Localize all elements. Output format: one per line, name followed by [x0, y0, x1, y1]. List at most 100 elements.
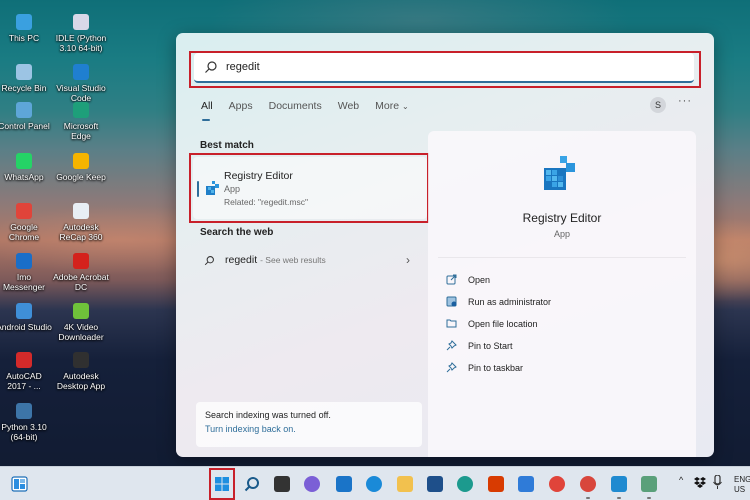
action-open-file-location[interactable]: Open file location — [446, 318, 538, 329]
search-icon — [205, 61, 217, 73]
more-options-button[interactable]: ··· — [678, 95, 692, 107]
chrome-profile-icon[interactable] — [580, 476, 596, 492]
desktop-shortcut-label: Google Chrome — [8, 222, 40, 242]
chevron-right-icon: › — [406, 253, 410, 267]
search-web-heading: Search the web — [200, 227, 274, 238]
microphone-icon[interactable] — [713, 475, 722, 490]
open-icon — [446, 274, 457, 285]
detail-pane: Registry Editor App Open Run as administ… — [428, 131, 696, 457]
detail-app-type: App — [553, 229, 570, 239]
desktop-shortcut[interactable]: Visual Studio Code — [53, 64, 109, 103]
web-suffix: - See web results — [260, 255, 326, 265]
tab-more-label: More — [375, 100, 400, 112]
help-icon[interactable] — [366, 476, 382, 492]
desktop-shortcut[interactable]: AutoCAD 2017 - ... — [0, 352, 52, 391]
desktop-shortcut[interactable]: Autodesk Desktop App — [53, 352, 109, 391]
search-icon[interactable] — [244, 476, 260, 492]
registry-editor-icon[interactable] — [611, 476, 627, 492]
region-code: US — [734, 485, 746, 494]
desktop-shortcut[interactable]: Control Panel — [0, 102, 52, 131]
action-label: Pin to taskbar — [468, 362, 524, 373]
chrome-icon[interactable] — [549, 476, 565, 492]
best-match-result[interactable]: Registry Editor App Related: "regedit.ms… — [193, 157, 427, 219]
desktop-shortcut[interactable]: Google Keep — [53, 153, 109, 182]
account-avatar[interactable]: S — [650, 97, 666, 113]
indexing-message: Search indexing was turned off. — [205, 410, 331, 420]
teams-chat-icon[interactable] — [304, 476, 320, 492]
search-box[interactable] — [194, 53, 694, 83]
desktop-shortcut[interactable]: This PC — [0, 14, 52, 43]
desktop-shortcut-label: Adobe Acrobat DC — [53, 272, 109, 292]
action-label: Run as administrator — [468, 296, 552, 307]
mail-app-icon[interactable] — [336, 476, 352, 492]
desktop-shortcut-label: Visual Studio Code — [56, 83, 106, 103]
desktop-shortcut-label: IDLE (Python 3.10 64-bit) — [55, 33, 107, 53]
action-run-as-admin[interactable]: Run as administrator — [446, 296, 551, 307]
turn-indexing-on-link[interactable]: Turn indexing back on. — [205, 424, 422, 434]
office-icon[interactable] — [488, 476, 504, 492]
todo-icon[interactable] — [518, 476, 534, 492]
action-open[interactable]: Open — [446, 274, 490, 285]
dropbox-icon[interactable] — [694, 477, 706, 488]
desktop-shortcut[interactable]: Python 3.10 (64-bit) — [0, 403, 52, 442]
windows-start-icon[interactable] — [214, 476, 230, 492]
result-related: Related: "regedit.msc" — [224, 197, 308, 207]
action-label: Open file location — [468, 318, 538, 329]
google-keep-icon — [73, 153, 89, 169]
desktop-shortcut[interactable]: Autodesk ReCap 360 — [53, 203, 109, 242]
tab-all[interactable]: All — [201, 100, 213, 121]
store-icon[interactable] — [427, 476, 443, 492]
language-indicator[interactable]: ENG US — [734, 475, 750, 495]
desktop-shortcut-label: Android Studio — [0, 322, 52, 332]
edge-icon — [73, 102, 89, 118]
show-hidden-icons-button[interactable]: ^ — [679, 475, 683, 485]
imo-icon — [16, 253, 32, 269]
android-studio-icon — [16, 303, 32, 319]
desktop-shortcut[interactable]: 4K Video Downloader — [53, 303, 109, 342]
desktop-shortcut[interactable]: Google Chrome — [0, 203, 52, 242]
desktop-shortcut-label: Google Keep — [56, 172, 106, 182]
divider — [438, 257, 686, 258]
tab-web[interactable]: Web — [338, 100, 359, 112]
selection-indicator — [197, 181, 199, 197]
chevron-down-icon: ⌄ — [401, 102, 409, 111]
action-pin-to-taskbar[interactable]: Pin to taskbar — [446, 362, 523, 373]
web-result[interactable]: regedit - See web results › — [196, 249, 418, 271]
tab-apps[interactable]: Apps — [229, 100, 253, 112]
folder-icon — [446, 319, 457, 328]
tab-more[interactable]: More ⌄ — [375, 100, 409, 112]
pin-icon — [446, 362, 457, 373]
globe-app-icon[interactable] — [641, 476, 657, 492]
running-indicator — [586, 497, 590, 499]
recap-icon — [73, 203, 89, 219]
desktop-shortcut[interactable]: Microsoft Edge — [53, 102, 109, 141]
action-pin-to-start[interactable]: Pin to Start — [446, 340, 513, 351]
edge-icon[interactable] — [457, 476, 473, 492]
running-indicator — [617, 497, 621, 499]
registry-editor-icon — [544, 156, 575, 190]
desktop-shortcut[interactable]: IDLE (Python 3.10 64-bit) — [53, 14, 109, 53]
run-as-admin-icon — [446, 296, 457, 307]
widgets-icon[interactable] — [11, 476, 28, 492]
desktop-shortcut-label: WhatsApp — [4, 172, 44, 182]
python-idle-icon — [73, 14, 89, 30]
indexing-notice: Search indexing was turned off. Turn ind… — [196, 402, 422, 447]
result-type: App — [224, 184, 241, 194]
search-icon — [204, 255, 214, 265]
tab-documents[interactable]: Documents — [269, 100, 322, 112]
desktop-shortcut[interactable]: Imo Messenger — [0, 253, 52, 292]
desktop-shortcut[interactable]: Adobe Acrobat DC — [53, 253, 109, 292]
desktop-shortcut-label: Python 3.10 (64-bit) — [1, 422, 47, 442]
search-input[interactable] — [226, 61, 646, 73]
pin-icon — [446, 340, 457, 351]
desktop-shortcut[interactable]: WhatsApp — [0, 153, 52, 182]
result-name: Registry Editor — [224, 170, 293, 182]
task-view-icon[interactable] — [274, 476, 290, 492]
desktop-shortcut-label: Recycle Bin — [1, 83, 47, 93]
action-label: Pin to Start — [468, 340, 513, 351]
desktop-shortcut[interactable]: Android Studio — [0, 303, 52, 332]
python-icon — [16, 403, 32, 419]
web-query: regedit — [225, 254, 258, 266]
desktop-shortcut[interactable]: Recycle Bin — [0, 64, 52, 93]
file-explorer-icon[interactable] — [397, 476, 413, 492]
